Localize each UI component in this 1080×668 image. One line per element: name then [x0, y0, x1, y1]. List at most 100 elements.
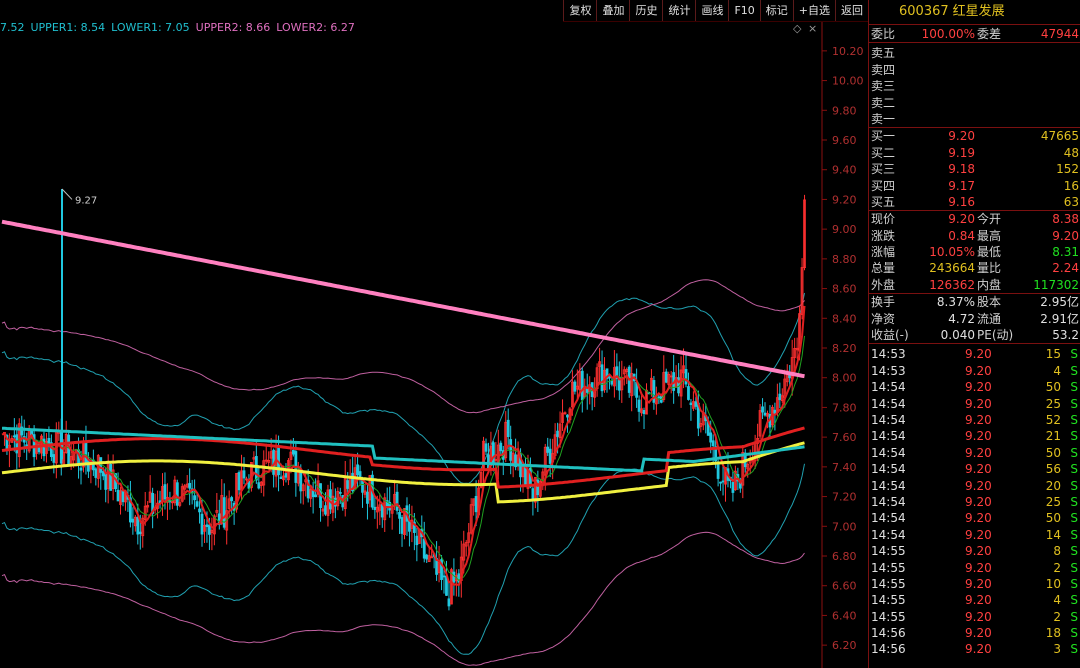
quote-stats: 现价 9.20 今开 8.38 涨跌 0.84 最高 9.20 涨幅 10.05% 最低 8.31 总量…	[869, 210, 1080, 293]
trade-side: S	[1070, 396, 1078, 411]
toolbar-button-8[interactable]: 返回	[835, 0, 868, 21]
close-indicator-icon[interactable]: ×	[808, 22, 817, 35]
candle-body	[400, 517, 404, 534]
trade-volume: 14	[1045, 527, 1061, 542]
candle-body	[193, 495, 197, 501]
stat-label: 内盘	[977, 277, 1002, 292]
bid-price: 9.16	[948, 194, 975, 209]
candle-body	[136, 516, 140, 535]
trade-row: 14:55 9.20 8 S	[869, 543, 1080, 559]
fundamental-row: 换手 8.37% 股本 2.95亿	[869, 294, 1080, 310]
fundamental-label: 换手	[871, 295, 896, 310]
candle-body	[580, 370, 584, 401]
candle-body	[398, 512, 401, 519]
candle-body	[205, 524, 209, 528]
trade-row: 14:55 9.20 10 S	[869, 576, 1080, 592]
diamond-icon[interactable]: ◇	[793, 22, 801, 35]
stock-code: 600367	[899, 4, 949, 19]
trade-row: 14:55 9.20 2 S	[869, 560, 1080, 576]
trade-side: S	[1070, 544, 1078, 559]
stock-name: 红星发展	[952, 4, 1005, 19]
trade-row: 14:56 9.20 18 S	[869, 625, 1080, 641]
kline-chart[interactable]: 10.20 10.00 9.80 9.60 9.40 9.20 9.00 8.80 8.60 8.…	[0, 0, 868, 668]
y-tick-label: 7.20	[832, 491, 857, 504]
stat-row: 总量 243664 量比 2.24	[869, 260, 1080, 276]
trade-time: 14:54	[871, 380, 906, 395]
trade-price: 9.20	[965, 494, 992, 509]
bid-row: 买四 9.17 16	[869, 178, 1080, 194]
trade-price: 9.20	[965, 429, 992, 444]
trade-volume: 3	[1053, 642, 1061, 657]
stat-value: 8.38	[1052, 212, 1079, 227]
trade-time: 14:55	[871, 544, 906, 559]
y-tick-label: 9.60	[832, 134, 857, 147]
fundamental-label: 股本	[977, 295, 1002, 310]
candle-body	[208, 524, 211, 535]
trade-volume: 2	[1053, 560, 1061, 575]
stat-value: 9.20	[1052, 228, 1079, 243]
trade-row: 14:53 9.20 15 S	[869, 346, 1080, 362]
trade-time: 14:53	[871, 347, 906, 362]
toolbar-button-1[interactable]: 叠加	[596, 0, 629, 21]
candle-body	[200, 513, 204, 535]
toolbar-button-4[interactable]: 画线	[695, 0, 728, 21]
candle-body	[664, 371, 668, 383]
ask-label: 卖三	[871, 79, 896, 94]
candle-body	[257, 482, 261, 489]
toolbar-button-3[interactable]: 统计	[662, 0, 695, 21]
y-tick-label: 10.00	[832, 75, 864, 88]
trade-row: 14:56 9.20 3 S	[869, 641, 1080, 657]
y-tick-label: 9.00	[832, 223, 857, 236]
toolbar-button-2[interactable]: 历史	[629, 0, 662, 21]
candle-body	[447, 598, 451, 607]
candle-body	[556, 430, 559, 437]
trade-row: 14:54 9.20 14 S	[869, 527, 1080, 543]
trade-price: 9.20	[965, 560, 992, 575]
toolbar-button-0[interactable]: 复权	[563, 0, 596, 21]
bid-row: 买一 9.20 47665	[869, 128, 1080, 144]
kline-chart-area[interactable]: 10.20 10.00 9.80 9.60 9.40 9.20 9.00 8.80 8.60 8.…	[0, 0, 868, 668]
trade-time: 14:56	[871, 626, 906, 641]
toolbar-button-5[interactable]: F10	[728, 0, 759, 21]
candle-body	[689, 402, 693, 406]
trade-volume: 50	[1045, 511, 1061, 526]
candle-body	[346, 480, 350, 489]
trade-side: S	[1070, 412, 1078, 427]
candle-body	[314, 494, 318, 498]
y-tick-label: 8.40	[832, 312, 857, 325]
y-tick-label: 9.40	[832, 164, 857, 177]
stat-value: 8.31	[1052, 245, 1079, 260]
candle-body	[694, 401, 698, 407]
candle-body	[395, 491, 399, 511]
candle-body	[324, 505, 327, 515]
trade-side: S	[1070, 445, 1078, 460]
trade-price: 9.20	[965, 462, 992, 477]
candle-body	[548, 448, 552, 464]
fundamental-value: 4.72	[948, 311, 975, 326]
trade-row: 14:54 9.20 50 S	[869, 445, 1080, 461]
y-tick-label: 9.80	[832, 104, 857, 117]
ask-orderbook: 卖五 卖四 卖三 卖二 卖一	[869, 42, 1080, 127]
trade-time: 14:54	[871, 412, 906, 427]
y-tick-label: 6.40	[832, 609, 857, 622]
trade-price: 9.20	[965, 642, 992, 657]
candle-body	[452, 571, 456, 583]
stat-label: 最低	[977, 245, 1002, 260]
trade-price: 9.20	[965, 412, 992, 427]
bid-row: 买三 9.18 152	[869, 161, 1080, 177]
trade-row: 14:55 9.20 2 S	[869, 609, 1080, 625]
y-tick-label: 7.60	[832, 431, 857, 444]
toolbar-button-6[interactable]: 标记	[759, 0, 793, 21]
y-tick-label: 8.20	[832, 342, 857, 355]
ask-row: 卖二	[869, 95, 1080, 111]
candle-body	[195, 501, 199, 507]
toolbar-button-7[interactable]: +自选	[792, 0, 835, 21]
candle-body	[291, 449, 295, 455]
trade-row: 14:54 9.20 20 S	[869, 478, 1080, 494]
fundamental-value: 0.040	[940, 328, 975, 343]
trade-price: 9.20	[965, 347, 992, 362]
stat-label: 最高	[977, 228, 1002, 243]
candle-body	[484, 443, 488, 452]
trade-time: 14:55	[871, 593, 906, 608]
trade-time: 14:55	[871, 609, 906, 624]
